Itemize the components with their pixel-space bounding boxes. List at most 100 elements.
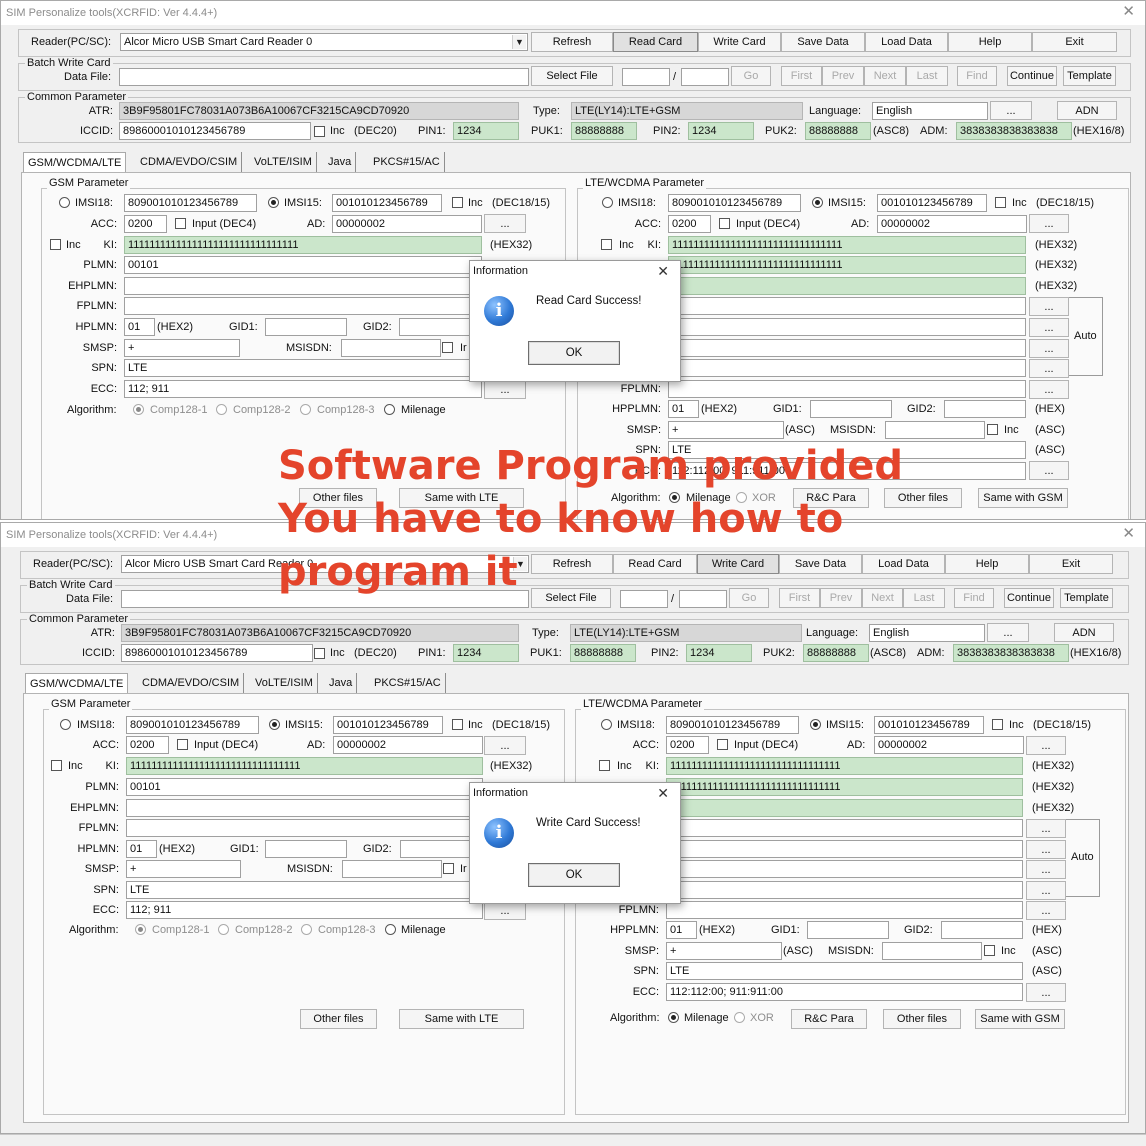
record-index-input[interactable] — [620, 590, 668, 608]
lte-ki-inc-checkbox[interactable] — [601, 239, 612, 250]
data-file-input[interactable] — [119, 68, 529, 86]
lte-imsi-inc-checkbox[interactable] — [995, 197, 1006, 208]
gsm-imsi15-field[interactable]: 001010123456789 — [333, 716, 443, 734]
lte-ehplmn-browse-button[interactable]: ... — [1026, 840, 1066, 859]
lte-other-files-button[interactable]: Other files — [883, 1009, 961, 1029]
gsm-msisdn-field[interactable] — [341, 339, 441, 357]
gsm-ki-inc-checkbox[interactable] — [50, 239, 61, 250]
lte-ad-browse-button[interactable]: ... — [1026, 736, 1066, 755]
save-data-button[interactable]: Save Data — [781, 32, 865, 52]
gsm-imsi18-radio[interactable] — [59, 197, 70, 208]
ok-button[interactable]: OK — [528, 863, 620, 887]
gsm-comp128-2-radio[interactable] — [218, 924, 229, 935]
gsm-smsp-field[interactable]: + — [126, 860, 241, 878]
select-file-button[interactable]: Select File — [531, 66, 613, 86]
gsm-comp128-1-radio[interactable] — [133, 404, 144, 415]
continue-button[interactable]: Continue — [1004, 588, 1054, 608]
gsm-imsi15-field[interactable]: 001010123456789 — [332, 194, 442, 212]
lte-fplmn-field[interactable] — [668, 380, 1026, 398]
lte-hpplmn-field[interactable]: 01 — [668, 400, 699, 418]
refresh-button[interactable]: Refresh — [531, 32, 613, 52]
lte-plmn-field[interactable] — [666, 819, 1023, 837]
iccid-inc-checkbox[interactable] — [314, 126, 325, 137]
language-browse-button[interactable]: ... — [987, 623, 1029, 642]
lte-ki-field[interactable]: 11111111111111111111111111111111 — [666, 757, 1023, 775]
gsm-ecc-field[interactable]: 112; 911 — [126, 901, 483, 919]
lte-oplmn-field[interactable] — [668, 339, 1026, 357]
lte-xor-radio[interactable] — [734, 1012, 745, 1023]
gsm-spn-field[interactable]: LTE — [124, 359, 482, 377]
gsm-comp128-2-radio[interactable] — [216, 404, 227, 415]
iccid-field[interactable]: 89860001010123456789 — [121, 644, 313, 662]
lte-ehplmn-field[interactable] — [668, 318, 1026, 336]
select-file-button[interactable]: Select File — [531, 588, 611, 608]
first-button[interactable]: First — [781, 66, 822, 86]
gsm-ki-inc-checkbox[interactable] — [51, 760, 62, 771]
gsm-acc-field[interactable]: 0200 — [124, 215, 167, 233]
lte-imsi15-field[interactable]: 001010123456789 — [877, 194, 987, 212]
find-button[interactable]: Find — [957, 66, 997, 86]
gsm-gid1-field[interactable] — [265, 318, 347, 336]
puk2-field[interactable]: 88888888 — [805, 122, 871, 140]
read-card-button[interactable]: Read Card — [613, 32, 698, 52]
gsm-ad-browse-button[interactable]: ... — [484, 736, 526, 755]
tab-gsm-wcdma-lte[interactable]: GSM/WCDMA/LTE — [25, 673, 129, 693]
lte-opc-field[interactable]: 11111111111111111111111111111111 — [668, 256, 1026, 274]
gsm-ecc-field[interactable]: 112; 911 — [124, 380, 482, 398]
gsm-hplmn-field[interactable]: 01 — [126, 840, 157, 858]
lte-plmn-field[interactable] — [668, 297, 1026, 315]
lte-fplmn-browse-button[interactable]: ... — [1026, 901, 1066, 920]
gsm-same-with-lte-button[interactable]: Same with LTE — [399, 1009, 524, 1029]
gsm-ad-field[interactable]: 00000002 — [333, 736, 483, 754]
tab-cdma-evdo-csim[interactable]: CDMA/EVDO/CSIM — [136, 152, 243, 172]
lte-ecc-browse-button[interactable]: ... — [1029, 461, 1069, 480]
lte-ki-inc-checkbox[interactable] — [599, 760, 610, 771]
lte-msisdn-inc-checkbox[interactable] — [984, 945, 995, 956]
pin2-field[interactable]: 1234 — [688, 122, 754, 140]
lte-op-field[interactable] — [668, 277, 1026, 295]
lte-gid1-field[interactable] — [810, 400, 892, 418]
gsm-imsi15-radio[interactable] — [268, 197, 279, 208]
ok-button[interactable]: OK — [528, 341, 620, 365]
puk1-field[interactable]: 88888888 — [570, 644, 636, 662]
lte-hplmnwact-field[interactable] — [666, 881, 1023, 899]
adm-field[interactable]: 3838383838383838 — [956, 122, 1072, 140]
tab-volte-isim[interactable]: VoLTE/ISIM — [251, 673, 318, 693]
puk1-field[interactable]: 88888888 — [571, 122, 637, 140]
lte-op-field[interactable] — [666, 799, 1023, 817]
lte-hpplmn-field[interactable]: 01 — [666, 921, 697, 939]
lte-oplmn-field[interactable] — [666, 860, 1023, 878]
go-button[interactable]: Go — [729, 588, 769, 608]
lte-oplmn-browse-button[interactable]: ... — [1029, 339, 1069, 358]
lte-imsi-inc-checkbox[interactable] — [992, 719, 1003, 730]
gsm-spn-field[interactable]: LTE — [126, 881, 483, 899]
lte-fplmn-field[interactable] — [666, 901, 1023, 919]
tab-java[interactable]: Java — [324, 152, 357, 172]
gsm-plmn-field[interactable]: 00101 — [126, 778, 483, 796]
gsm-input-dec4-checkbox[interactable] — [175, 218, 186, 229]
lte-imsi18-field[interactable]: 809001010123456789 — [666, 716, 799, 734]
go-button[interactable]: Go — [731, 66, 771, 86]
gsm-milenage-radio[interactable] — [385, 924, 396, 935]
gsm-imsi-inc-checkbox[interactable] — [452, 719, 463, 730]
gsm-smsp-field[interactable]: + — [124, 339, 240, 357]
gsm-fplmn-field[interactable] — [126, 819, 483, 837]
write-card-button[interactable]: Write Card — [698, 32, 781, 52]
pin1-field[interactable]: 1234 — [453, 122, 519, 140]
lte-same-with-gsm-button[interactable]: Same with GSM — [978, 488, 1068, 508]
lte-gid2-field[interactable] — [941, 921, 1023, 939]
write-card-button[interactable]: Write Card — [697, 554, 779, 574]
lte-imsi18-radio[interactable] — [602, 197, 613, 208]
tab-volte-isim[interactable]: VoLTE/ISIM — [250, 152, 317, 172]
gsm-imsi18-field[interactable]: 809001010123456789 — [124, 194, 257, 212]
lte-ad-browse-button[interactable]: ... — [1029, 214, 1069, 233]
iccid-field[interactable]: 89860001010123456789 — [119, 122, 311, 140]
gsm-msisdn-field[interactable] — [342, 860, 442, 878]
help-button[interactable]: Help — [948, 32, 1032, 52]
record-index-input[interactable] — [622, 68, 670, 86]
gsm-comp128-3-radio[interactable] — [300, 404, 311, 415]
help-button[interactable]: Help — [945, 554, 1029, 574]
continue-button[interactable]: Continue — [1007, 66, 1057, 86]
gsm-input-dec4-checkbox[interactable] — [177, 739, 188, 750]
language-field[interactable]: English — [869, 624, 985, 642]
